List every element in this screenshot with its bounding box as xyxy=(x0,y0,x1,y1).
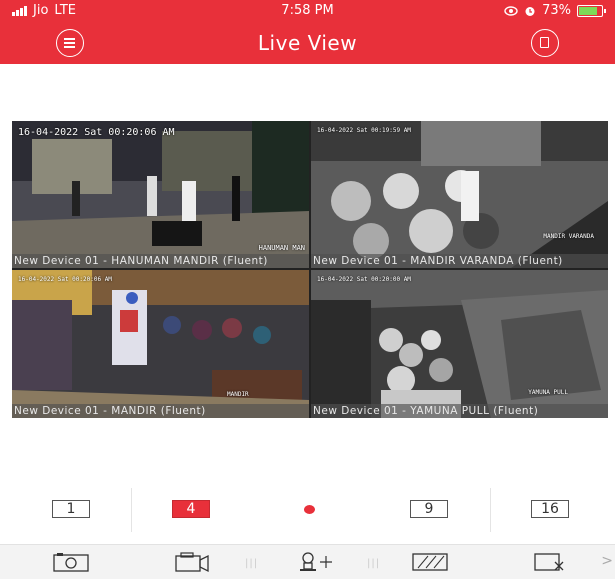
page-title: Live View xyxy=(257,31,358,55)
status-right: 73% xyxy=(504,3,606,18)
page-indicator-dot xyxy=(304,505,315,514)
camera-overlay-tag: HANUMAN MAN xyxy=(258,244,305,252)
image-quality-button[interactable] xyxy=(410,551,450,577)
layout-toggle-button[interactable] xyxy=(531,29,559,57)
camera-tile-hanuman-mandir[interactable]: 16-04-2022 Sat 00:20:06 AM HANUMAN MAN N… xyxy=(12,121,309,268)
camera-tile-yamuna-pull[interactable]: 16-04-2022 Sat 00:20:00 AM YAMUNA PULL N… xyxy=(311,270,608,418)
toolbar-separator: ||| xyxy=(245,558,259,569)
camera-tile-mandir[interactable]: 16-04-2022 Sat 00:20:06 AM MANDIR New De… xyxy=(12,270,309,418)
camera-timestamp: 16-04-2022 Sat 00:19:59 AM xyxy=(317,127,411,134)
ptz-button[interactable] xyxy=(296,551,336,577)
snapshot-button[interactable] xyxy=(52,551,90,577)
camera-label: New Device 01 - MANDIR (Fluent) xyxy=(12,404,309,418)
toolbar-more-chevron[interactable]: > xyxy=(601,553,613,569)
divider xyxy=(131,488,132,532)
layout-option-9[interactable]: 9 xyxy=(410,500,448,518)
stop-all-button[interactable] xyxy=(531,551,571,577)
ptz-icon xyxy=(300,552,332,571)
record-icon xyxy=(175,552,209,573)
camera-feed-image xyxy=(12,270,309,418)
camera-timestamp: 16-04-2022 Sat 00:20:06 AM xyxy=(18,127,175,138)
record-button[interactable] xyxy=(172,551,212,577)
layout-selector: 1 4 9 16 xyxy=(0,488,615,532)
app-bar: Live View xyxy=(0,22,615,64)
camera-overlay-tag: YAMUNA PULL xyxy=(528,389,568,396)
camera-label: New Device 01 - YAMUNA PULL (Fluent) xyxy=(311,404,608,418)
bottom-toolbar: ||| ||| > xyxy=(0,544,615,579)
camera-overlay-tag: MANDIR xyxy=(227,391,249,398)
camera-timestamp: 16-04-2022 Sat 00:20:06 AM xyxy=(18,276,112,283)
divider xyxy=(490,488,491,532)
battery-charging-icon xyxy=(577,4,606,17)
alarm-icon xyxy=(525,6,535,16)
layout-option-1[interactable]: 1 xyxy=(52,500,90,518)
layout-option-16[interactable]: 16 xyxy=(531,500,569,518)
stop-all-icon xyxy=(534,553,564,571)
camera-overlay-tag: MANDIR VARANDA xyxy=(543,233,594,240)
camera-timestamp: 16-04-2022 Sat 00:20:00 AM xyxy=(317,276,411,283)
camera-label: New Device 01 - MANDIR VARANDA (Fluent) xyxy=(311,254,608,268)
camera-feed-image xyxy=(311,121,608,268)
camera-tile-mandir-varanda[interactable]: 16-04-2022 Sat 00:19:59 AM MANDIR VARAND… xyxy=(311,121,608,268)
camera-label: New Device 01 - HANUMAN MANDIR (Fluent) xyxy=(12,254,309,268)
layout-option-4[interactable]: 4 xyxy=(172,500,210,518)
battery-percent: 73% xyxy=(542,3,571,18)
eye-icon xyxy=(504,5,518,16)
camera-snapshot-icon xyxy=(53,553,89,572)
image-quality-icon xyxy=(412,553,448,571)
status-bar: Jio LTE 7:58 PM 73% xyxy=(0,0,615,22)
toolbar-separator: ||| xyxy=(367,558,381,569)
live-view-grid: 16-04-2022 Sat 00:20:06 AM HANUMAN MAN N… xyxy=(12,121,608,418)
